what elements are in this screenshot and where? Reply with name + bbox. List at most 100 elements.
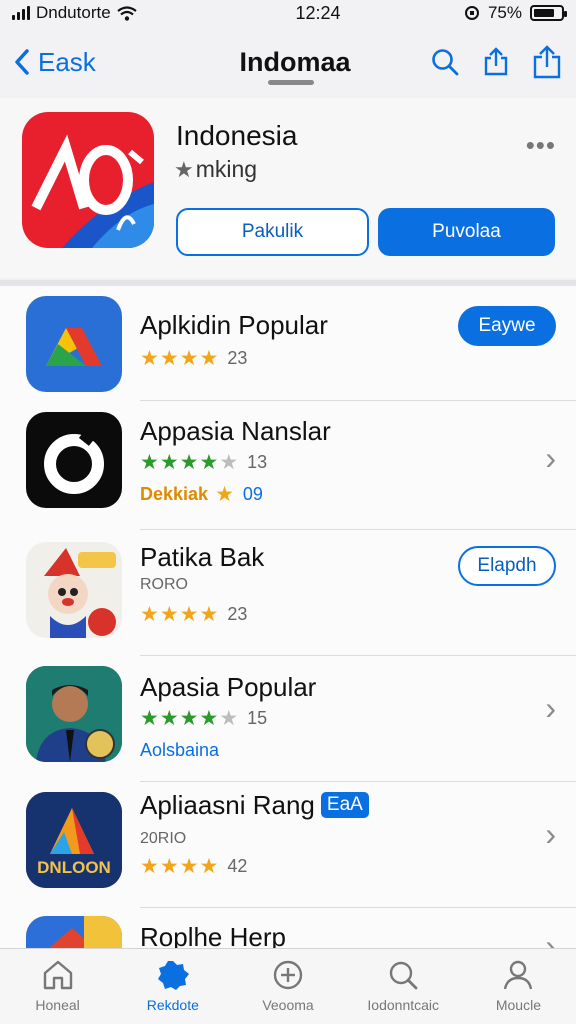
tab-label: Rekdote <box>146 997 199 1013</box>
app-icon: DNLOON <box>26 792 122 888</box>
featured-app: Indonesia ★ mking ••• Pakulik Puvolaa <box>0 98 576 278</box>
chevron-right-icon[interactable]: › <box>545 816 556 853</box>
today-icon <box>156 959 190 991</box>
tag-label: Dekkiak <box>140 484 209 504</box>
tab-add[interactable]: Veooma <box>230 949 345 1024</box>
app-icon <box>26 542 122 638</box>
star-icon: ★ <box>159 347 179 370</box>
app-icon <box>26 916 122 948</box>
app-name: Appasia Nanslar <box>140 416 331 446</box>
star-icon: ★ <box>179 707 199 730</box>
chevron-right-icon[interactable]: › <box>545 690 556 727</box>
back-label: Eask <box>38 46 96 77</box>
share-icon[interactable] <box>482 47 510 77</box>
search-icon <box>386 959 420 991</box>
star-icon: ★ <box>199 707 219 730</box>
status-bar: Dndutorte 12:24 75% <box>0 0 576 26</box>
app-subtitle: RORO <box>140 576 188 593</box>
star-icon: ★ <box>159 451 179 474</box>
rating: ★ ★ ★ ★ 23 <box>140 348 247 369</box>
rating-count: 42 <box>227 856 248 876</box>
tab-search[interactable]: Iodonntcaic <box>346 949 461 1024</box>
rating: ★ ★ ★ ★ ★ 13 <box>140 452 267 473</box>
chevron-right-icon[interactable]: › <box>545 440 556 477</box>
secondary-button[interactable]: Pakulik <box>176 208 369 256</box>
list-item[interactable]: Patika Bak RORO ★ ★ ★ ★ 23 Elapdh <box>0 530 576 656</box>
tab-bar: Honeal Rekdote Veooma Iodonntcaic Moucle <box>0 948 576 1024</box>
upload-icon[interactable] <box>532 45 562 79</box>
sheet-grabber[interactable] <box>268 80 314 85</box>
star-icon: ★ <box>199 855 219 878</box>
rating: ★ ★ ★ ★ 42 <box>140 856 247 877</box>
chevron-right-icon[interactable]: › <box>545 928 556 948</box>
more-icon[interactable]: ••• <box>526 130 556 161</box>
star-icon: ★ <box>140 603 159 626</box>
tab-home[interactable]: Honeal <box>0 949 115 1024</box>
tab-label: Honeal <box>35 997 80 1013</box>
list-item[interactable]: Roplhe Herp › <box>0 908 576 948</box>
star-icon: ★ <box>199 451 219 474</box>
rating-count: 23 <box>227 348 248 368</box>
list-item[interactable]: Apasia Popular ★ ★ ★ ★ ★ 15 Aolsbaina › <box>0 656 576 782</box>
star-icon: ★ <box>179 451 199 474</box>
secondary-info: Dekkiak ★ 09 <box>140 484 263 505</box>
tab-label: Veooma <box>262 997 314 1013</box>
person-icon <box>501 959 535 991</box>
rating-count: 13 <box>247 452 268 472</box>
home-icon <box>41 959 75 991</box>
star-icon: ★ <box>215 483 234 506</box>
plus-circle-icon <box>271 959 305 991</box>
star-icon: ★ <box>199 603 219 626</box>
battery-percent: 75% <box>487 3 522 22</box>
star-icon: ★ <box>140 855 159 878</box>
app-name: Patika Bak <box>140 542 265 572</box>
app-icon <box>26 666 122 762</box>
open-button[interactable]: Elapdh <box>458 546 556 586</box>
rating: ★ ★ ★ ★ ★ 15 <box>140 708 267 729</box>
search-icon[interactable] <box>430 47 460 77</box>
app-icon[interactable] <box>22 112 154 248</box>
app-subtitle: mking <box>195 156 258 182</box>
app-name-text: Apliaasni Rang <box>140 790 315 820</box>
divider <box>140 400 576 401</box>
lock-rotation-icon <box>464 5 480 21</box>
star-icon: ★ <box>140 451 159 474</box>
rating: ★ ★ ★ ★ 23 <box>140 604 247 625</box>
carrier-name: Dndutorte <box>36 3 111 22</box>
badge: EaA <box>320 792 369 818</box>
tab-label: Moucle <box>495 997 541 1013</box>
star-icon: ★ <box>174 156 194 182</box>
wifi-icon <box>116 5 137 21</box>
tab-label: Iodonntcaic <box>367 997 440 1013</box>
app-icon <box>26 412 122 508</box>
list-item[interactable]: Aplkidin Popular ★ ★ ★ ★ 23 Eaywe <box>0 286 576 402</box>
star-icon: ★ <box>140 707 159 730</box>
tab-today[interactable]: Rekdote <box>115 949 230 1024</box>
star-icon: ★ <box>219 451 239 474</box>
developer-link[interactable]: Aolsbaina <box>140 740 219 761</box>
star-icon: ★ <box>179 855 199 878</box>
star-icon: ★ <box>179 603 199 626</box>
get-button[interactable]: Eaywe <box>458 306 556 346</box>
rating-count: 15 <box>247 708 268 728</box>
list-item[interactable]: Appasia Nanslar ★ ★ ★ ★ ★ 13 Dekkiak ★ 09 › <box>0 402 576 530</box>
tab-profile[interactable]: Moucle <box>461 949 576 1024</box>
app-name: Apliaasni Rang EaA <box>140 790 369 821</box>
tag-count: 09 <box>242 484 263 504</box>
app-icon <box>26 296 122 392</box>
app-icon-text: DNLOON <box>37 858 111 877</box>
star-icon: ★ <box>140 347 159 370</box>
app-name: Roplhe Herp <box>140 922 286 948</box>
back-button[interactable]: Eask <box>14 47 164 78</box>
rating-count: 23 <box>227 604 248 624</box>
star-icon: ★ <box>199 347 219 370</box>
app-subtitle: 20RIO <box>140 830 187 847</box>
star-icon: ★ <box>159 707 179 730</box>
star-icon: ★ <box>179 347 199 370</box>
list-item[interactable]: DNLOON Apliaasni Rang EaA 20RIO ★ ★ ★ ★ 42 › <box>0 782 576 908</box>
battery-icon <box>530 5 567 21</box>
chevron-left-icon <box>14 48 30 76</box>
signal-icon <box>12 6 30 20</box>
battery-fill <box>534 9 554 17</box>
primary-button[interactable]: Puvolaa <box>378 208 555 256</box>
